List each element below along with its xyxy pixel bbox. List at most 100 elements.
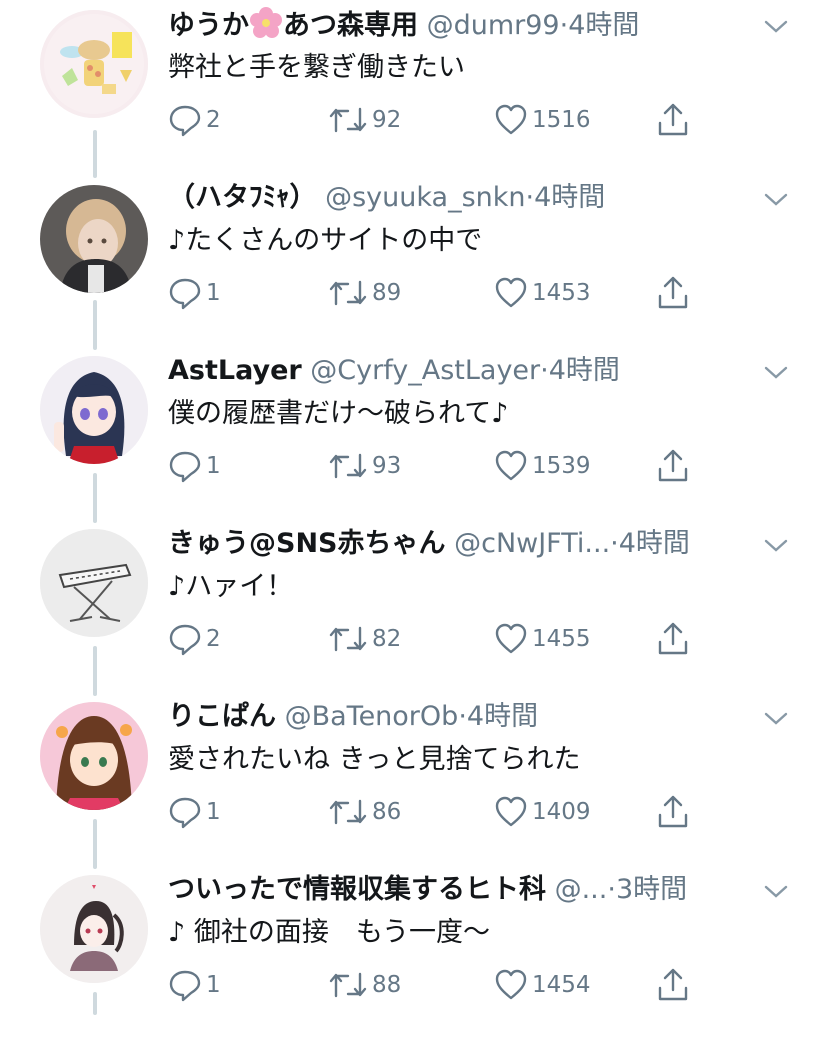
heart-icon — [495, 796, 527, 827]
display-name[interactable]: （ハタﾌﾐｬ） — [168, 182, 317, 213]
tweet-text: 僕の履歴書だけ〜破られて♪ — [168, 398, 509, 429]
like-count: 1409 — [532, 799, 591, 825]
tweet-text: 愛されたいね きっと見捨てられた — [168, 744, 581, 775]
tweet[interactable]: きゅう@SNS赤ちゃん @cNwJFTi...·4時間 ♪ハァイ！ 2 82 1… — [0, 519, 828, 692]
retweet-button[interactable]: 92 — [328, 100, 401, 140]
like-button[interactable]: 1453 — [494, 273, 591, 313]
tweet-actions: 1 89 1453 — [168, 273, 728, 313]
reply-count: 1 — [206, 972, 221, 998]
like-count: 1516 — [532, 107, 591, 133]
retweet-count: 93 — [372, 453, 402, 479]
timestamp[interactable]: 4時間 — [467, 701, 538, 732]
share-button[interactable] — [656, 100, 690, 140]
like-count: 1539 — [532, 453, 591, 479]
separator-dot: · — [458, 701, 467, 732]
reply-count: 1 — [206, 453, 221, 479]
tweet-header: りこぱん @BaTenorOb·4時間 — [168, 698, 766, 736]
heart-icon — [495, 277, 527, 308]
retweet-button[interactable]: 86 — [328, 792, 401, 832]
display-name-suffix[interactable]: あつ森専用 — [283, 10, 418, 41]
avatar[interactable] — [40, 529, 148, 637]
avatar[interactable] — [40, 702, 148, 810]
separator-dot: · — [610, 528, 619, 559]
user-handle[interactable]: @cNwJFTi... — [454, 528, 610, 559]
share-upload-icon — [658, 276, 688, 309]
retweet-button[interactable]: 88 — [328, 965, 401, 1005]
tweet[interactable]: ついったで情報収集するヒト科 @...·3時間 ♪ 御社の面接 もう一度〜 1 … — [0, 865, 828, 1038]
like-button[interactable]: 1455 — [494, 619, 591, 659]
speech-bubble-icon — [169, 970, 201, 1002]
share-button[interactable] — [656, 446, 690, 486]
chevron-down-icon[interactable] — [762, 535, 790, 555]
reply-button[interactable]: 2 — [168, 619, 221, 659]
separator-dot: · — [540, 355, 549, 386]
reply-count: 2 — [206, 626, 221, 652]
speech-bubble-icon — [169, 797, 201, 829]
retweet-button[interactable]: 93 — [328, 446, 401, 486]
reply-button[interactable]: 1 — [168, 273, 221, 313]
speech-bubble-icon — [169, 624, 201, 656]
chevron-down-icon[interactable] — [762, 189, 790, 209]
tweet[interactable]: りこぱん @BaTenorOb·4時間 愛されたいね きっと見捨てられた 1 8… — [0, 692, 828, 865]
tweet[interactable]: ゆうか あつ森専用 @dumr99·4時間 弊社と手を繋ぎ働きたい 2 92 15… — [0, 0, 828, 173]
avatar[interactable] — [40, 185, 148, 293]
chevron-down-icon[interactable] — [762, 881, 790, 901]
avatar[interactable] — [40, 10, 148, 118]
like-button[interactable]: 1454 — [494, 965, 591, 1005]
retweet-count: 86 — [372, 799, 402, 825]
timestamp[interactable]: 4時間 — [549, 355, 620, 386]
retweet-arrows-icon — [329, 107, 367, 133]
reply-button[interactable]: 1 — [168, 446, 221, 486]
share-button[interactable] — [656, 273, 690, 313]
display-name[interactable]: りこぱん — [168, 701, 276, 732]
user-handle[interactable]: @syuuka_snkn — [325, 182, 525, 213]
timestamp[interactable]: 3時間 — [616, 874, 687, 905]
reply-button[interactable]: 1 — [168, 965, 221, 1005]
retweet-arrows-icon — [329, 799, 367, 825]
tweet-actions: 1 88 1454 — [168, 965, 728, 1005]
tweet-text: ♪ハァイ！ — [168, 571, 294, 602]
timestamp[interactable]: 4時間 — [534, 182, 605, 213]
user-handle[interactable]: @dumr99 — [427, 10, 560, 41]
retweet-arrows-icon — [329, 626, 367, 652]
like-button[interactable]: 1539 — [494, 446, 591, 486]
timestamp[interactable]: 4時間 — [619, 528, 690, 559]
chevron-down-icon[interactable] — [762, 16, 790, 36]
tweet-text: 弊社と手を繋ぎ働きたい — [168, 52, 465, 83]
tweet-header: AstLayer @Cyrfy_AstLayer·4時間 — [168, 352, 766, 390]
chevron-down-icon[interactable] — [762, 362, 790, 382]
like-count: 1454 — [532, 972, 591, 998]
user-handle[interactable]: @... — [555, 874, 608, 905]
avatar[interactable] — [40, 875, 148, 983]
retweet-count: 82 — [372, 626, 402, 652]
avatar[interactable] — [40, 356, 148, 464]
separator-dot: · — [607, 874, 616, 905]
like-button[interactable]: 1516 — [494, 100, 591, 140]
retweet-count: 89 — [372, 280, 402, 306]
tweet[interactable]: （ハタﾌﾐｬ） @syuuka_snkn·4時間 ♪たくさんのサイトの中で 1 … — [0, 173, 828, 346]
share-button[interactable] — [656, 619, 690, 659]
share-upload-icon — [658, 968, 688, 1001]
display-name[interactable]: ゆうか — [168, 10, 249, 41]
reply-button[interactable]: 1 — [168, 792, 221, 832]
user-handle[interactable]: @BaTenorOb — [285, 701, 459, 732]
retweet-button[interactable]: 89 — [328, 273, 401, 313]
share-upload-icon — [658, 795, 688, 828]
display-name[interactable]: AstLayer — [168, 355, 302, 386]
reply-button[interactable]: 2 — [168, 100, 221, 140]
tweet[interactable]: AstLayer @Cyrfy_AstLayer·4時間 僕の履歴書だけ〜破られ… — [0, 346, 828, 519]
timestamp[interactable]: 4時間 — [568, 10, 639, 41]
like-button[interactable]: 1409 — [494, 792, 591, 832]
tweet-actions: 1 93 1539 — [168, 446, 728, 486]
reply-count: 2 — [206, 107, 221, 133]
tweet-text: ♪ 御社の面接 もう一度〜 — [168, 917, 491, 948]
share-button[interactable] — [656, 965, 690, 1005]
retweet-button[interactable]: 82 — [328, 619, 401, 659]
display-name[interactable]: ついったで情報収集するヒト科 — [168, 874, 546, 905]
retweet-count: 88 — [372, 972, 402, 998]
display-name[interactable]: きゅう@SNS赤ちゃん — [168, 528, 446, 559]
chevron-down-icon[interactable] — [762, 708, 790, 728]
user-handle[interactable]: @Cyrfy_AstLayer — [310, 355, 540, 386]
share-upload-icon — [658, 622, 688, 655]
share-button[interactable] — [656, 792, 690, 832]
